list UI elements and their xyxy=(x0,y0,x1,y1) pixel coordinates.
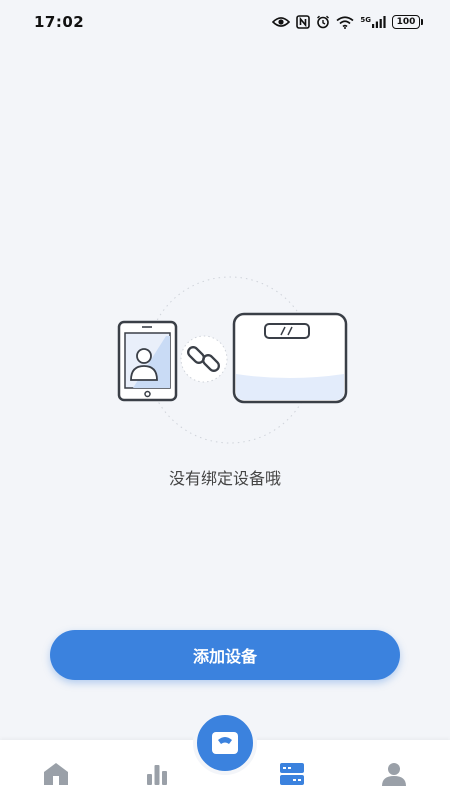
status-bar: 17:02 5G 100 xyxy=(0,0,450,44)
network-type: 5G xyxy=(360,16,371,24)
signal-icon: 5G xyxy=(360,16,386,28)
nav-devices[interactable] xyxy=(276,758,308,790)
empty-state-message: 没有绑定设备哦 xyxy=(168,469,281,488)
eye-icon xyxy=(272,16,291,28)
nav-profile[interactable] xyxy=(378,758,410,790)
status-time: 17:02 xyxy=(34,13,85,31)
empty-state-illustration xyxy=(117,276,348,444)
home-icon xyxy=(44,763,68,785)
link-icon xyxy=(180,335,228,383)
alarm-icon xyxy=(316,15,330,29)
battery-icon: 100 xyxy=(392,15,423,29)
nav-home[interactable] xyxy=(40,758,72,790)
scale-icon xyxy=(232,312,348,404)
phone-icon xyxy=(117,320,178,402)
add-device-button[interactable]: 添加设备 xyxy=(50,630,400,680)
nfc-icon xyxy=(296,15,311,29)
profile-icon xyxy=(382,763,406,786)
wifi-icon xyxy=(336,15,354,29)
device-list-icon xyxy=(280,763,304,785)
status-icons: 5G 100 xyxy=(272,15,423,29)
chart-icon xyxy=(147,765,167,785)
nav-scale[interactable] xyxy=(193,711,257,775)
scale-icon xyxy=(212,732,238,754)
nav-data[interactable] xyxy=(141,758,173,790)
